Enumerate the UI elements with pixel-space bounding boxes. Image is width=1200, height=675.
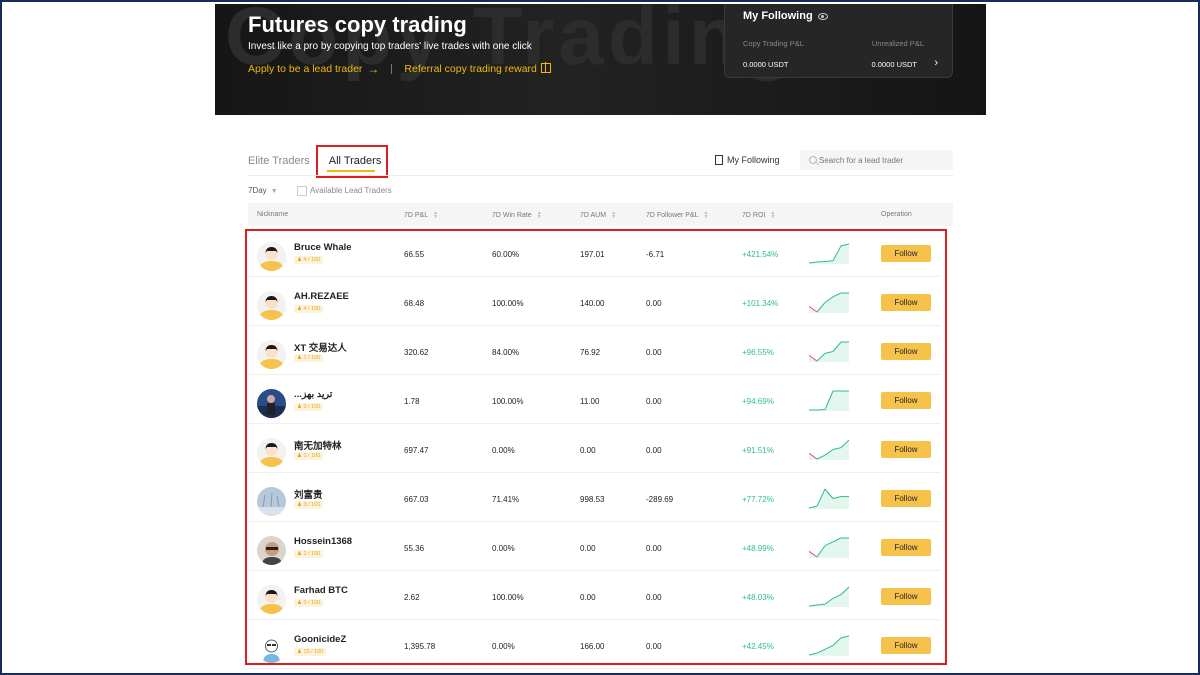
col-roi[interactable]: 7D ROI ▲ ▼ bbox=[742, 210, 776, 220]
arrow-right-icon: → bbox=[367, 62, 380, 76]
available-traders-checkbox[interactable] bbox=[297, 186, 307, 196]
chevron-right-icon[interactable]: › bbox=[934, 57, 938, 69]
page-title: Futures copy trading bbox=[248, 12, 467, 37]
tab-highlight-box bbox=[316, 145, 388, 178]
copy-pnl-value: 0.0000 USDT bbox=[743, 60, 789, 69]
apply-link-label: Apply to be a lead trader bbox=[248, 63, 363, 75]
sort-icon: ▲ ▼ bbox=[433, 210, 439, 220]
tab-divider bbox=[248, 175, 953, 176]
following-card-title-text: My Following bbox=[743, 10, 813, 22]
hero-links: Apply to be a lead trader → Referral cop… bbox=[248, 62, 551, 76]
eye-icon[interactable] bbox=[817, 12, 828, 20]
sort-icon: ▲ ▼ bbox=[770, 210, 776, 220]
col-win-rate-label: 7D Win Rate bbox=[492, 211, 532, 219]
gift-icon bbox=[540, 62, 551, 73]
period-select[interactable]: 7Day ▼ bbox=[248, 186, 278, 195]
table-header: Nickname 7D P&L ▲ ▼ 7D Win Rate ▲ ▼ 7D AUM ▲ ▼… bbox=[248, 203, 953, 226]
col-pnl-label: 7D P&L bbox=[404, 211, 429, 219]
search-input[interactable] bbox=[800, 150, 953, 170]
sort-icon: ▲ ▼ bbox=[611, 210, 617, 220]
col-win-rate[interactable]: 7D Win Rate ▲ ▼ bbox=[492, 210, 542, 220]
apply-lead-trader-link[interactable]: Apply to be a lead trader → bbox=[248, 62, 379, 76]
col-aum[interactable]: 7D AUM ▲ ▼ bbox=[580, 210, 617, 220]
document-icon bbox=[715, 155, 723, 165]
period-value: 7Day bbox=[248, 186, 267, 195]
following-card-title: My Following bbox=[743, 10, 828, 22]
my-following-link[interactable]: My Following bbox=[715, 155, 780, 165]
referral-link-label: Referral copy trading reward bbox=[404, 63, 537, 75]
col-follower-pnl[interactable]: 7D Follower P&L ▲ ▼ bbox=[646, 210, 709, 220]
col-operation: Operation bbox=[881, 211, 912, 218]
sort-icon: ▲ ▼ bbox=[536, 210, 542, 220]
chevron-down-icon: ▼ bbox=[270, 188, 278, 195]
copy-pnl-label: Copy Trading P&L bbox=[743, 39, 804, 48]
available-traders-label: Available Lead Traders bbox=[310, 186, 392, 195]
col-aum-label: 7D AUM bbox=[580, 211, 607, 219]
sort-icon: ▲ ▼ bbox=[703, 210, 709, 220]
link-divider bbox=[391, 64, 393, 74]
tab-elite-traders[interactable]: Elite Traders bbox=[248, 155, 310, 167]
unrealized-pnl-label: Unrealized P&L bbox=[871, 39, 924, 48]
col-pnl[interactable]: 7D P&L ▲ ▼ bbox=[404, 210, 439, 220]
search-icon bbox=[809, 156, 817, 164]
hero-subtitle: Invest like a pro by copying top traders… bbox=[248, 41, 532, 52]
hero-banner: Copy Trading Futures copy trading Invest… bbox=[215, 4, 986, 115]
referral-reward-link[interactable]: Referral copy trading reward bbox=[404, 62, 551, 75]
unrealized-pnl-value: 0.0000 USDT bbox=[871, 60, 917, 69]
table-highlight-box bbox=[245, 229, 947, 665]
col-follower-pnl-label: 7D Follower P&L bbox=[646, 211, 699, 219]
my-following-label: My Following bbox=[727, 155, 780, 165]
col-nickname: Nickname bbox=[257, 211, 289, 218]
my-following-card: My Following Copy Trading P&L Unrealized… bbox=[724, 4, 953, 78]
col-roi-label: 7D ROI bbox=[742, 211, 766, 219]
